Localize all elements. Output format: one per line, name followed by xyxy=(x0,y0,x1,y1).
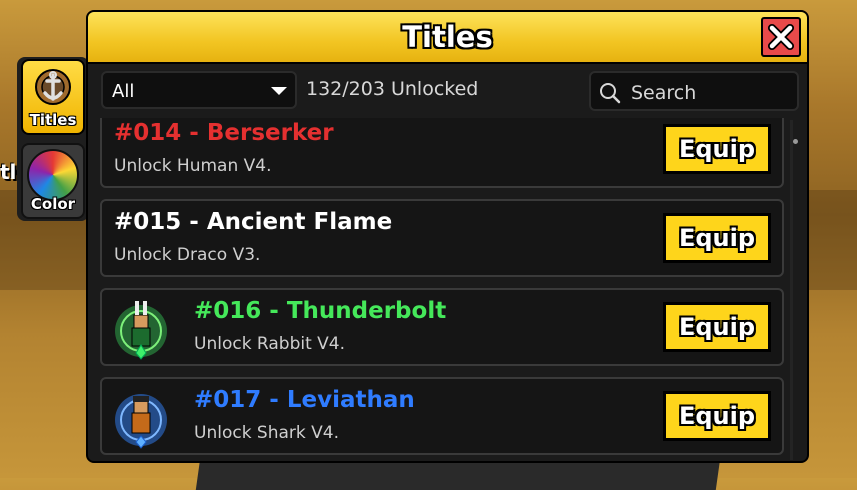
list-item: #016 - Thunderbolt Unlock Rabbit V4. Equ… xyxy=(100,288,784,366)
close-button[interactable] xyxy=(761,17,801,57)
rabbit-avatar-icon xyxy=(115,301,167,360)
title-description: Unlock Human V4. xyxy=(114,156,272,176)
equip-button[interactable]: Equip xyxy=(663,124,771,174)
title-description: Unlock Shark V4. xyxy=(194,423,340,443)
list-item: #015 - Ancient Flame Unlock Draco V3. Eq… xyxy=(100,199,784,277)
chevron-down-icon xyxy=(271,87,287,95)
tab-titles-label: Titles xyxy=(29,111,77,129)
search-input[interactable]: Search xyxy=(589,71,799,111)
title-description: Unlock Draco V3. xyxy=(114,245,261,265)
titles-list: #014 - Berserker Unlock Human V4. Equip … xyxy=(88,118,807,461)
search-placeholder: Search xyxy=(631,82,697,104)
titles-panel: Titles All 132/203 Unlocked Search #014 … xyxy=(86,10,809,463)
tab-color-label: Color xyxy=(30,195,76,213)
title-name: #015 - Ancient Flame xyxy=(114,209,393,235)
close-icon xyxy=(767,23,795,51)
anchor-medal-icon xyxy=(35,69,71,105)
equip-button[interactable]: Equip xyxy=(663,302,771,352)
tab-color[interactable]: Color xyxy=(21,143,85,219)
title-name: #014 - Berserker xyxy=(114,120,334,146)
title-description: Unlock Rabbit V4. xyxy=(194,334,346,354)
color-wheel-icon xyxy=(27,149,79,201)
shark-avatar-icon xyxy=(115,394,167,449)
panel-title: Titles xyxy=(402,20,493,54)
panel-header: Titles xyxy=(88,12,807,64)
filter-dropdown[interactable]: All xyxy=(101,71,297,109)
search-icon xyxy=(600,83,621,104)
list-item: #014 - Berserker Unlock Human V4. Equip xyxy=(100,118,784,188)
equip-button[interactable]: Equip xyxy=(663,213,771,263)
unlocked-count: 132/203 Unlocked xyxy=(306,78,479,100)
side-tab-bar: Titles Color xyxy=(17,57,89,221)
filter-value: All xyxy=(112,81,135,102)
tab-titles[interactable]: Titles xyxy=(21,59,85,135)
list-item: #017 - Leviathan Unlock Shark V4. Equip xyxy=(100,377,784,455)
title-name: #016 - Thunderbolt xyxy=(194,298,447,324)
equip-button[interactable]: Equip xyxy=(663,391,771,441)
title-name: #017 - Leviathan xyxy=(194,387,415,413)
